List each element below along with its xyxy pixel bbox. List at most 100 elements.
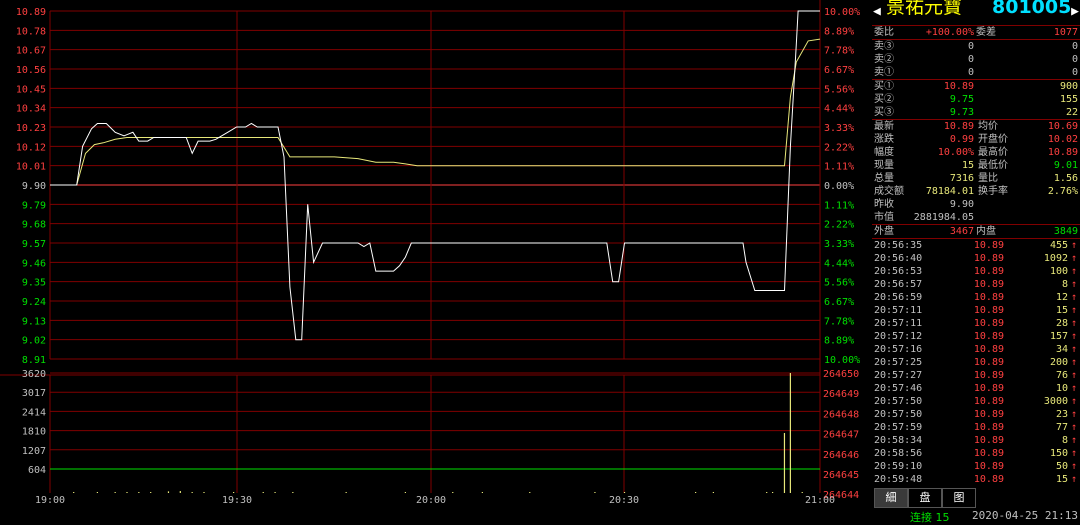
tick-price: 10.89 [973,292,1004,303]
tick-price: 10.89 [973,279,1004,290]
chart-area: 10.89 10.00% 10.78 8.89% 10.67 7.78% 10.56 6.67… [0,0,860,506]
stat-label: 幅度 [874,147,894,158]
volume-right-tick-label: 264649 [823,389,859,400]
up-arrow-icon: ↑ [1071,305,1078,316]
tick-volume: 12 [1055,292,1068,303]
bid-row: 买③ 9.73 22 [872,106,1080,119]
bid-volume: 155 [1059,94,1078,105]
stat-value: 10.89 [1047,147,1078,158]
stat-label: 最低价 [978,160,1008,171]
price-tick-label: 9.79 [22,200,46,211]
tick-price: 10.89 [973,409,1004,420]
percent-tick-label: 10.00% [824,355,860,366]
stat-label: 最高价 [978,147,1008,158]
tick-time: 20:57:25 [874,357,923,368]
up-arrow-icon: ↑ [1071,279,1078,290]
price-tick-label: 10.12 [16,142,46,153]
stat-value: 10.69 [1047,121,1078,132]
next-arrow-icon[interactable]: ▶ [1071,5,1079,18]
tick-row: 20:57:46 10.89 10 ↑ [872,382,1080,395]
percent-tick-label: 2.22% [824,142,854,153]
tick-volume: 200 [1049,357,1068,368]
stat-value: 1.56 [1053,173,1078,184]
price-tick-label: 9.02 [22,336,46,347]
up-arrow-icon: ↑ [1071,422,1078,433]
stock-title: ◀ 景祐元寶 801005 ▶ [872,0,1080,26]
tick-price: 10.89 [973,422,1004,433]
tick-price: 10.89 [973,253,1004,264]
ask-label: 卖③ [874,41,894,52]
stat-value: 9.01 [1053,160,1078,171]
tick-volume: 1092 [1043,253,1068,264]
volume-right-tick-label: 264650 [823,369,859,380]
percent-tick-label: 5.56% [824,84,854,95]
volume-tick-label: 2414 [22,407,46,418]
tick-price: 10.89 [973,435,1004,446]
tab-1[interactable]: 盘 [908,488,942,508]
bid-row: 买② 9.75 155 [872,93,1080,106]
tick-row: 20:57:12 10.89 157 ↑ [872,330,1080,343]
tick-time: 20:57:50 [874,396,923,407]
stat-value: 15 [961,160,974,171]
weicha-label: 委差 [976,27,996,38]
tick-volume: 50 [1055,461,1068,472]
tick-price: 10.89 [973,266,1004,277]
stat-value: 10.02 [1047,134,1078,145]
tick-volume: 76 [1055,370,1068,381]
percent-tick-label: 1.11% [824,162,854,173]
tab-0[interactable]: 細 [874,488,908,508]
tab-2[interactable]: 图 [942,488,976,508]
tick-volume: 10 [1055,383,1068,394]
stat-label: 涨跌 [874,134,894,145]
tick-time: 20:57:50 [874,409,923,420]
tick-price: 10.89 [973,318,1004,329]
datetime: 2020-04-25 21:13 [972,509,1078,522]
volume-right-tick-label: 264646 [823,450,859,461]
percent-tick-label: 4.44% [824,258,854,269]
stat-label: 市值 [874,212,894,223]
up-arrow-icon: ↑ [1071,383,1078,394]
tick-time: 20:56:35 [874,240,923,251]
stat-label: 总量 [874,173,894,184]
up-arrow-icon: ↑ [1071,357,1078,368]
weibi-value: +100.00% [925,27,974,38]
stat-label: 现量 [874,160,894,171]
tick-time: 20:56:53 [874,266,923,277]
tick-price: 10.89 [973,344,1004,355]
ask-label: 卖① [874,67,894,78]
tick-time: 20:56:40 [874,253,923,264]
outer-label: 外盘 [874,226,894,237]
price-tick-label: 10.56 [16,65,46,76]
stock-name: 景祐元寶 [886,0,963,18]
ask-volume: 0 [1071,41,1078,52]
bid-price: 10.89 [943,81,974,92]
ask-volume: 0 [1071,67,1078,78]
percent-tick-label: 6.67% [824,65,854,76]
ask-row: 卖① 0 0 [872,66,1080,79]
tick-row: 20:57:11 10.89 28 ↑ [872,317,1080,330]
tick-price: 10.89 [973,305,1004,316]
price-tick-label: 9.90 [22,181,46,192]
stat-value: 2.76% [1047,186,1078,197]
price-tick-label: 10.89 [16,7,46,18]
tick-time: 20:57:27 [874,370,923,381]
prev-arrow-icon[interactable]: ◀ [873,5,881,18]
percent-tick-label: 4.44% [824,104,854,115]
bid-price: 9.75 [949,94,974,105]
percent-tick-label: 3.33% [824,239,854,250]
stat-row: 成交额 78184.01 换手率 2.76% [872,185,1080,198]
ask-row: 卖③ 0 0 [872,40,1080,53]
percent-tick-label: 0.00% [824,181,854,192]
stat-label: 开盘价 [978,134,1008,145]
stat-label: 成交额 [874,186,904,197]
tick-time: 20:57:11 [874,305,923,316]
stat-label: 最新 [874,121,894,132]
bid-label: 买③ [874,107,894,118]
up-arrow-icon: ↑ [1071,344,1078,355]
stat-row: 最新 10.89 均价 10.69 [872,120,1080,133]
stat-value: 10.89 [943,121,974,132]
up-arrow-icon: ↑ [1071,396,1078,407]
outer-inner-row: 外盘 3467 内盘 3849 [872,225,1080,238]
price-tick-label: 10.78 [16,26,46,37]
stat-label: 量比 [978,173,998,184]
